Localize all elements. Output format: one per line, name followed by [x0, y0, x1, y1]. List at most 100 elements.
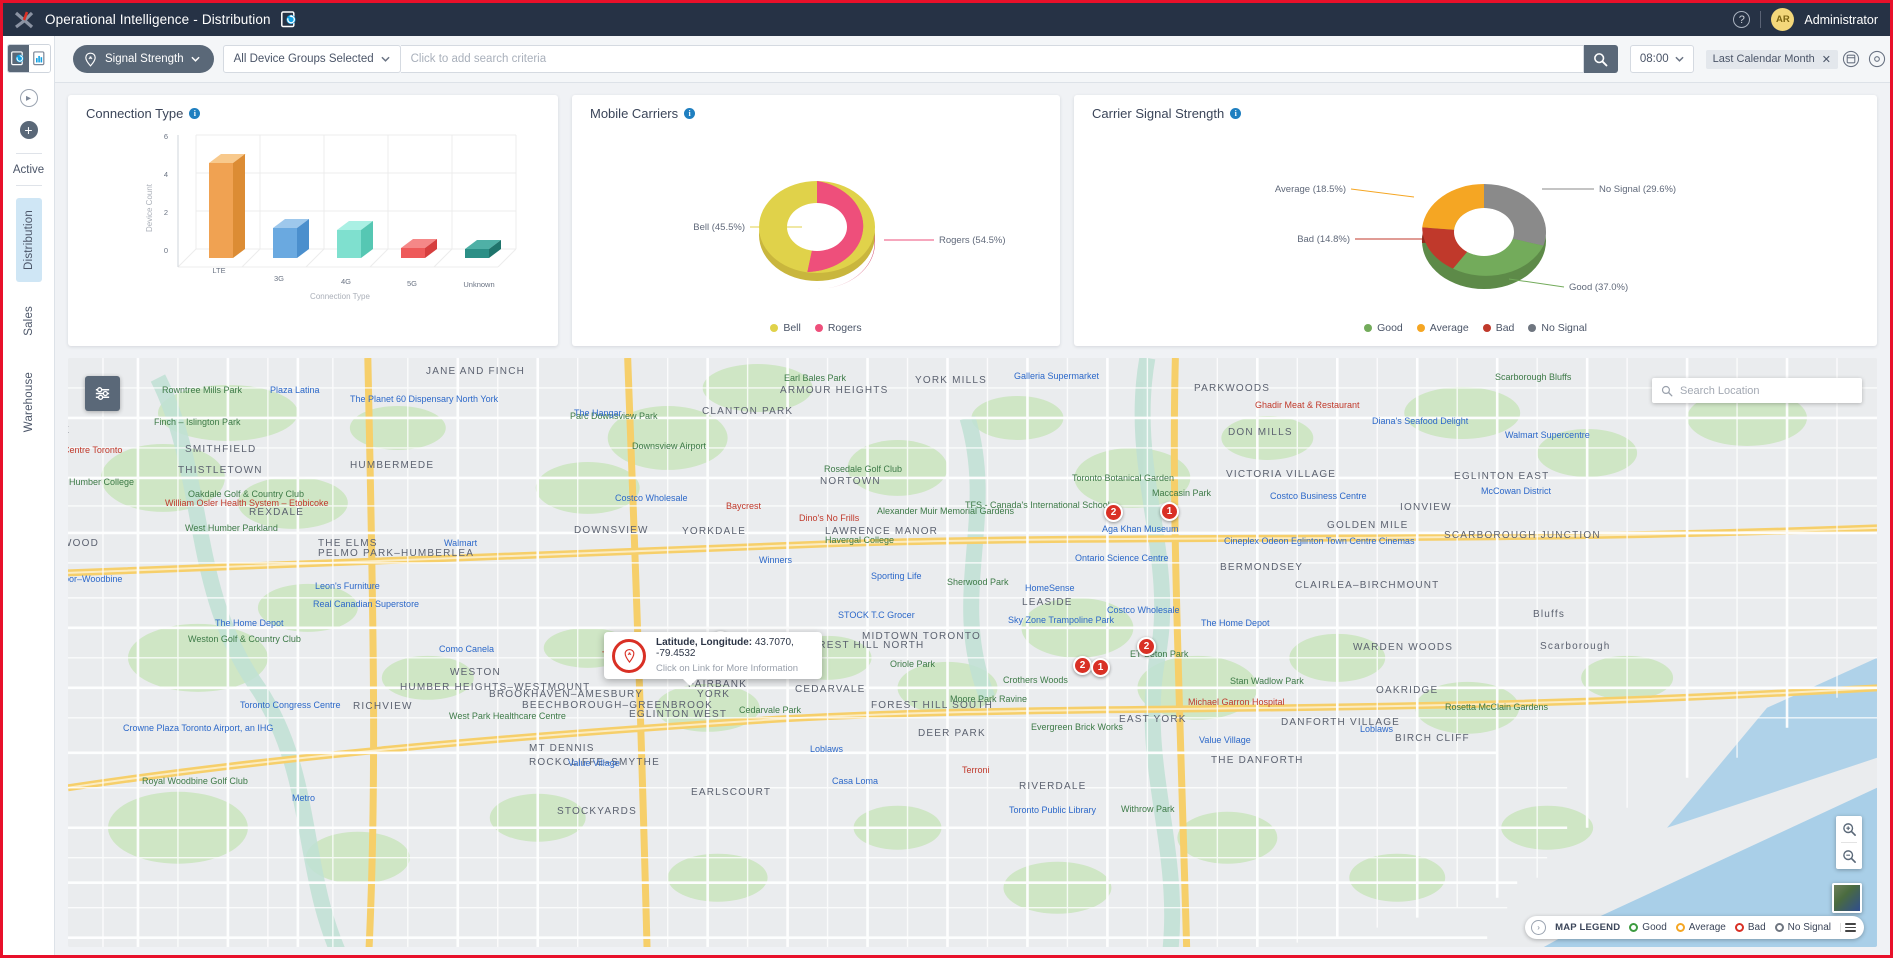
map-legend-item-good[interactable]: Good — [1629, 922, 1667, 933]
app-logo[interactable] — [3, 10, 45, 30]
sliders-icon — [95, 387, 110, 400]
legend-label: Bell — [783, 322, 801, 334]
add-dashboard-button[interactable]: + — [19, 121, 38, 139]
map-search-input[interactable]: Search Location — [1652, 378, 1862, 403]
expand-rail-button[interactable]: ▸ — [19, 89, 38, 107]
svg-text:4: 4 — [164, 170, 168, 179]
card-title-label: Connection Type — [86, 106, 184, 121]
map-place-label: Rosetta McClain Gardens — [1445, 702, 1549, 712]
legend-ring — [1734, 923, 1744, 932]
chevron-down-icon — [381, 56, 390, 62]
map-panel[interactable]: JANE AND FINCH CLANTON PARK YORK MILLS PARK… — [68, 358, 1877, 947]
map-cluster-marker[interactable]: 2 — [1073, 656, 1092, 675]
search-input[interactable]: Click to add search criteria — [400, 45, 1584, 73]
chart-legend: Bell Rogers — [572, 322, 1060, 334]
map-filter-button[interactable] — [85, 376, 120, 411]
sidebar-item-label: Distribution — [22, 210, 35, 270]
close-icon[interactable]: ✕ — [1822, 53, 1831, 66]
calendar-button[interactable] — [1838, 50, 1864, 68]
bar-chart-svg: 6 4 2 0 Device Count Connection Type LTE… — [145, 132, 517, 301]
map-place-label: The Home Depot — [215, 618, 284, 628]
svg-text:Device Count: Device Count — [145, 183, 154, 232]
zoom-out-button[interactable] — [1836, 843, 1862, 869]
map-legend-item-average[interactable]: Average — [1675, 922, 1726, 933]
sidebar-item-sales[interactable]: Sales — [16, 294, 42, 348]
map-place-label: Moore Park Ravine — [950, 694, 1028, 704]
time-selector[interactable]: 08:00 — [1629, 45, 1694, 73]
card-connection-type: Connection Type i 6 4 2 0 Device Count C… — [68, 95, 558, 346]
svg-text:6: 6 — [164, 132, 168, 141]
zoom-in-button[interactable] — [1836, 816, 1862, 842]
refresh-dashboard-icon[interactable] — [280, 11, 297, 28]
legend-swatch — [1482, 324, 1491, 332]
svg-text:4G: 4G — [341, 277, 351, 286]
search-button[interactable] — [1583, 45, 1618, 73]
expand-legend-button[interactable]: › — [1531, 920, 1547, 935]
map-place-label: Rowntree Mills Park — [162, 385, 243, 395]
view-toggle — [6, 44, 51, 73]
map-place-label: West Park Healthcare Centre — [449, 711, 566, 721]
map-place-label: THE DANFORTH — [1211, 755, 1304, 766]
map-cluster-marker[interactable]: 2 — [1137, 637, 1156, 656]
card-carrier-signal-strength: Carrier Signal Strength i Average (18.5%… — [1074, 95, 1877, 346]
toggle-chart-view[interactable] — [28, 45, 50, 72]
map-tooltip[interactable]: Latitude, Longitude: 43.7070, -79.4532 C… — [604, 632, 822, 686]
info-icon[interactable]: i — [1230, 108, 1242, 119]
info-icon[interactable]: i — [189, 108, 201, 119]
device-group-selector[interactable]: All Device Groups Selected — [222, 45, 401, 73]
map-place-label: CEDARVALE — [795, 684, 866, 695]
toggle-dashboard-view[interactable] — [7, 45, 29, 72]
legend-item-bell[interactable]: Bell — [770, 322, 801, 334]
metric-label: Signal Strength — [105, 53, 184, 65]
map-cluster-marker[interactable]: 1 — [1091, 658, 1110, 677]
map-place-label: STOCK T.C Grocer — [838, 610, 915, 620]
legend-item-average[interactable]: Average — [1416, 322, 1469, 334]
map-legend-item-no-signal[interactable]: No Signal — [1774, 922, 1831, 933]
legend-item-bad[interactable]: Bad — [1482, 322, 1514, 334]
map-legend-item-bad[interactable]: Bad — [1734, 922, 1766, 933]
legend-item-good[interactable]: Good — [1364, 322, 1403, 334]
map-place-label: Como Canela — [439, 644, 495, 654]
settings-button[interactable] — [1864, 50, 1890, 68]
info-icon[interactable]: i — [684, 108, 696, 119]
user-name-label[interactable]: Administrator — [1804, 13, 1878, 27]
legend-item-rogers[interactable]: Rogers — [814, 322, 862, 334]
avatar[interactable]: AR — [1771, 8, 1795, 31]
bar-5g — [401, 239, 437, 258]
map-place-label: SCARBOROUGH JUNCTION — [1444, 530, 1601, 541]
map-legend-title: MAP LEGEND — [1555, 922, 1621, 933]
help-icon[interactable]: ? — [1733, 11, 1751, 28]
map-cluster-marker[interactable]: 1 — [1160, 502, 1179, 521]
app-title-sub: Distribution — [201, 12, 271, 27]
sidebar-item-label: Sales — [22, 305, 35, 336]
map-place-label: WARDEN WOODS — [1353, 642, 1454, 653]
map-place-label: EAST YORK — [1119, 714, 1187, 725]
metric-selector[interactable]: Signal Strength — [73, 45, 214, 73]
map-zoom-controls — [1836, 816, 1862, 869]
map-place-label: Crowne Plaza Toronto Airport, an IHG — [123, 723, 274, 733]
map-cluster-marker[interactable]: 2 — [1104, 503, 1123, 522]
map-place-label: Value Village — [1199, 735, 1251, 745]
legend-item-no-signal[interactable]: No Signal — [1528, 322, 1587, 334]
map-legend: › MAP LEGEND Good Average Bad No Signal — [1525, 916, 1864, 939]
card-title: Mobile Carriers i — [590, 106, 696, 121]
map-satellite-toggle[interactable] — [1832, 883, 1862, 913]
legend-swatch — [770, 324, 779, 332]
sidebar-item-warehouse[interactable]: Warehouse — [16, 360, 42, 444]
sidebar-item-distribution[interactable]: Distribution — [15, 198, 42, 282]
map-place-label: EARLSCOURT — [691, 787, 772, 798]
date-range-chip[interactable]: Last Calendar Month ✕ — [1705, 49, 1838, 69]
divider — [15, 153, 42, 154]
map-place-label: Costco Wholesale — [1107, 605, 1180, 615]
map-place-label: Leon's Furniture — [315, 581, 380, 591]
map-place-label: Stan Wadlow Park — [1230, 676, 1304, 686]
signal-pin-icon — [85, 52, 96, 67]
map-canvas — [68, 358, 1877, 947]
legend-list-icon[interactable] — [1840, 923, 1856, 932]
bar-chart: 6 4 2 0 Device Count Connection Type LTE… — [68, 127, 558, 346]
map-place-label: The Hangar — [574, 408, 622, 418]
map-place-label: Sikh Spiritual Centre Toronto — [68, 445, 123, 455]
map-place-label: West Humber Parkland — [185, 523, 278, 533]
map-place-label: Scarborough Bluffs — [1495, 372, 1572, 382]
app-title-separator: - — [193, 12, 198, 27]
